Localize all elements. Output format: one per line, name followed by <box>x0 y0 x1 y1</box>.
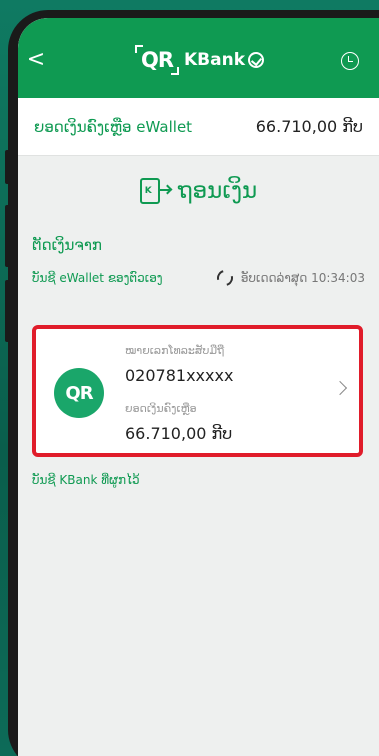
balance-label: ຍອດເງິນຄົງເຫຼືອ eWallet <box>34 117 193 136</box>
page-title-text: ຖອນເງິນ <box>177 178 258 204</box>
brand-logo: QR KBank <box>135 45 265 75</box>
kbank-emblem-icon <box>248 52 265 68</box>
chevron-right-icon <box>332 380 348 396</box>
wallet-balance-bar: ຍອດເງິນຄົງເຫຼືອ eWallet 66.710,00 ກີບ <box>18 98 379 156</box>
account-row: ບັນຊີ eWallet ຂອງຕົວເອງ ອັບເດດລ່າສຸດ 10:… <box>32 267 365 289</box>
balance-amount: 66.710,00 ກີບ <box>255 117 363 136</box>
refresh-icon <box>213 267 236 289</box>
brand-name: KBank <box>184 50 246 70</box>
withdraw-icon: K <box>139 178 170 204</box>
history-icon[interactable] <box>341 52 359 70</box>
last-update-text: ອັບເດດລ່າສຸດ 10:34:03 <box>240 271 365 285</box>
app-header: < QR KBank <box>18 18 379 98</box>
qr-logo: QR <box>135 45 179 75</box>
phone-number-label: ໝາຍເລກໂທລະສັບມືຖື <box>125 344 225 357</box>
kbank-logo: KBank <box>184 50 265 70</box>
card-balance-value: 66.710,00 ກີບ <box>125 424 233 443</box>
chevron-left-icon: < <box>26 47 46 72</box>
card-balance-label: ຍອດເງິນຄົງເຫຼືອ <box>125 402 197 415</box>
wallet-account-card[interactable]: QR ໝາຍເລກໂທລະສັບມືຖື 020781xxxxx ຍອດເງິນ… <box>32 325 363 457</box>
page-title: K ຖອນເງິນ <box>18 178 379 204</box>
back-button[interactable]: < <box>24 48 48 72</box>
account-type-label: ບັນຊີ eWallet ຂອງຕົວເອງ <box>32 271 163 285</box>
refresh-button[interactable]: ອັບເດດລ່າສຸດ 10:34:03 <box>213 267 365 289</box>
app-screen: < QR KBank ຍອດເງິນຄົງເຫຼືອ eWallet 66.71… <box>18 18 379 756</box>
kbank-linked-account-link[interactable]: ບັນຊີ KBank ທີ່ຜູກໄວ້ <box>32 473 140 487</box>
qr-wallet-icon: QR <box>54 368 104 418</box>
phone-number-value: 020781xxxxx <box>125 366 234 385</box>
section-label: ຕັດເງິນຈາກ <box>32 236 102 254</box>
